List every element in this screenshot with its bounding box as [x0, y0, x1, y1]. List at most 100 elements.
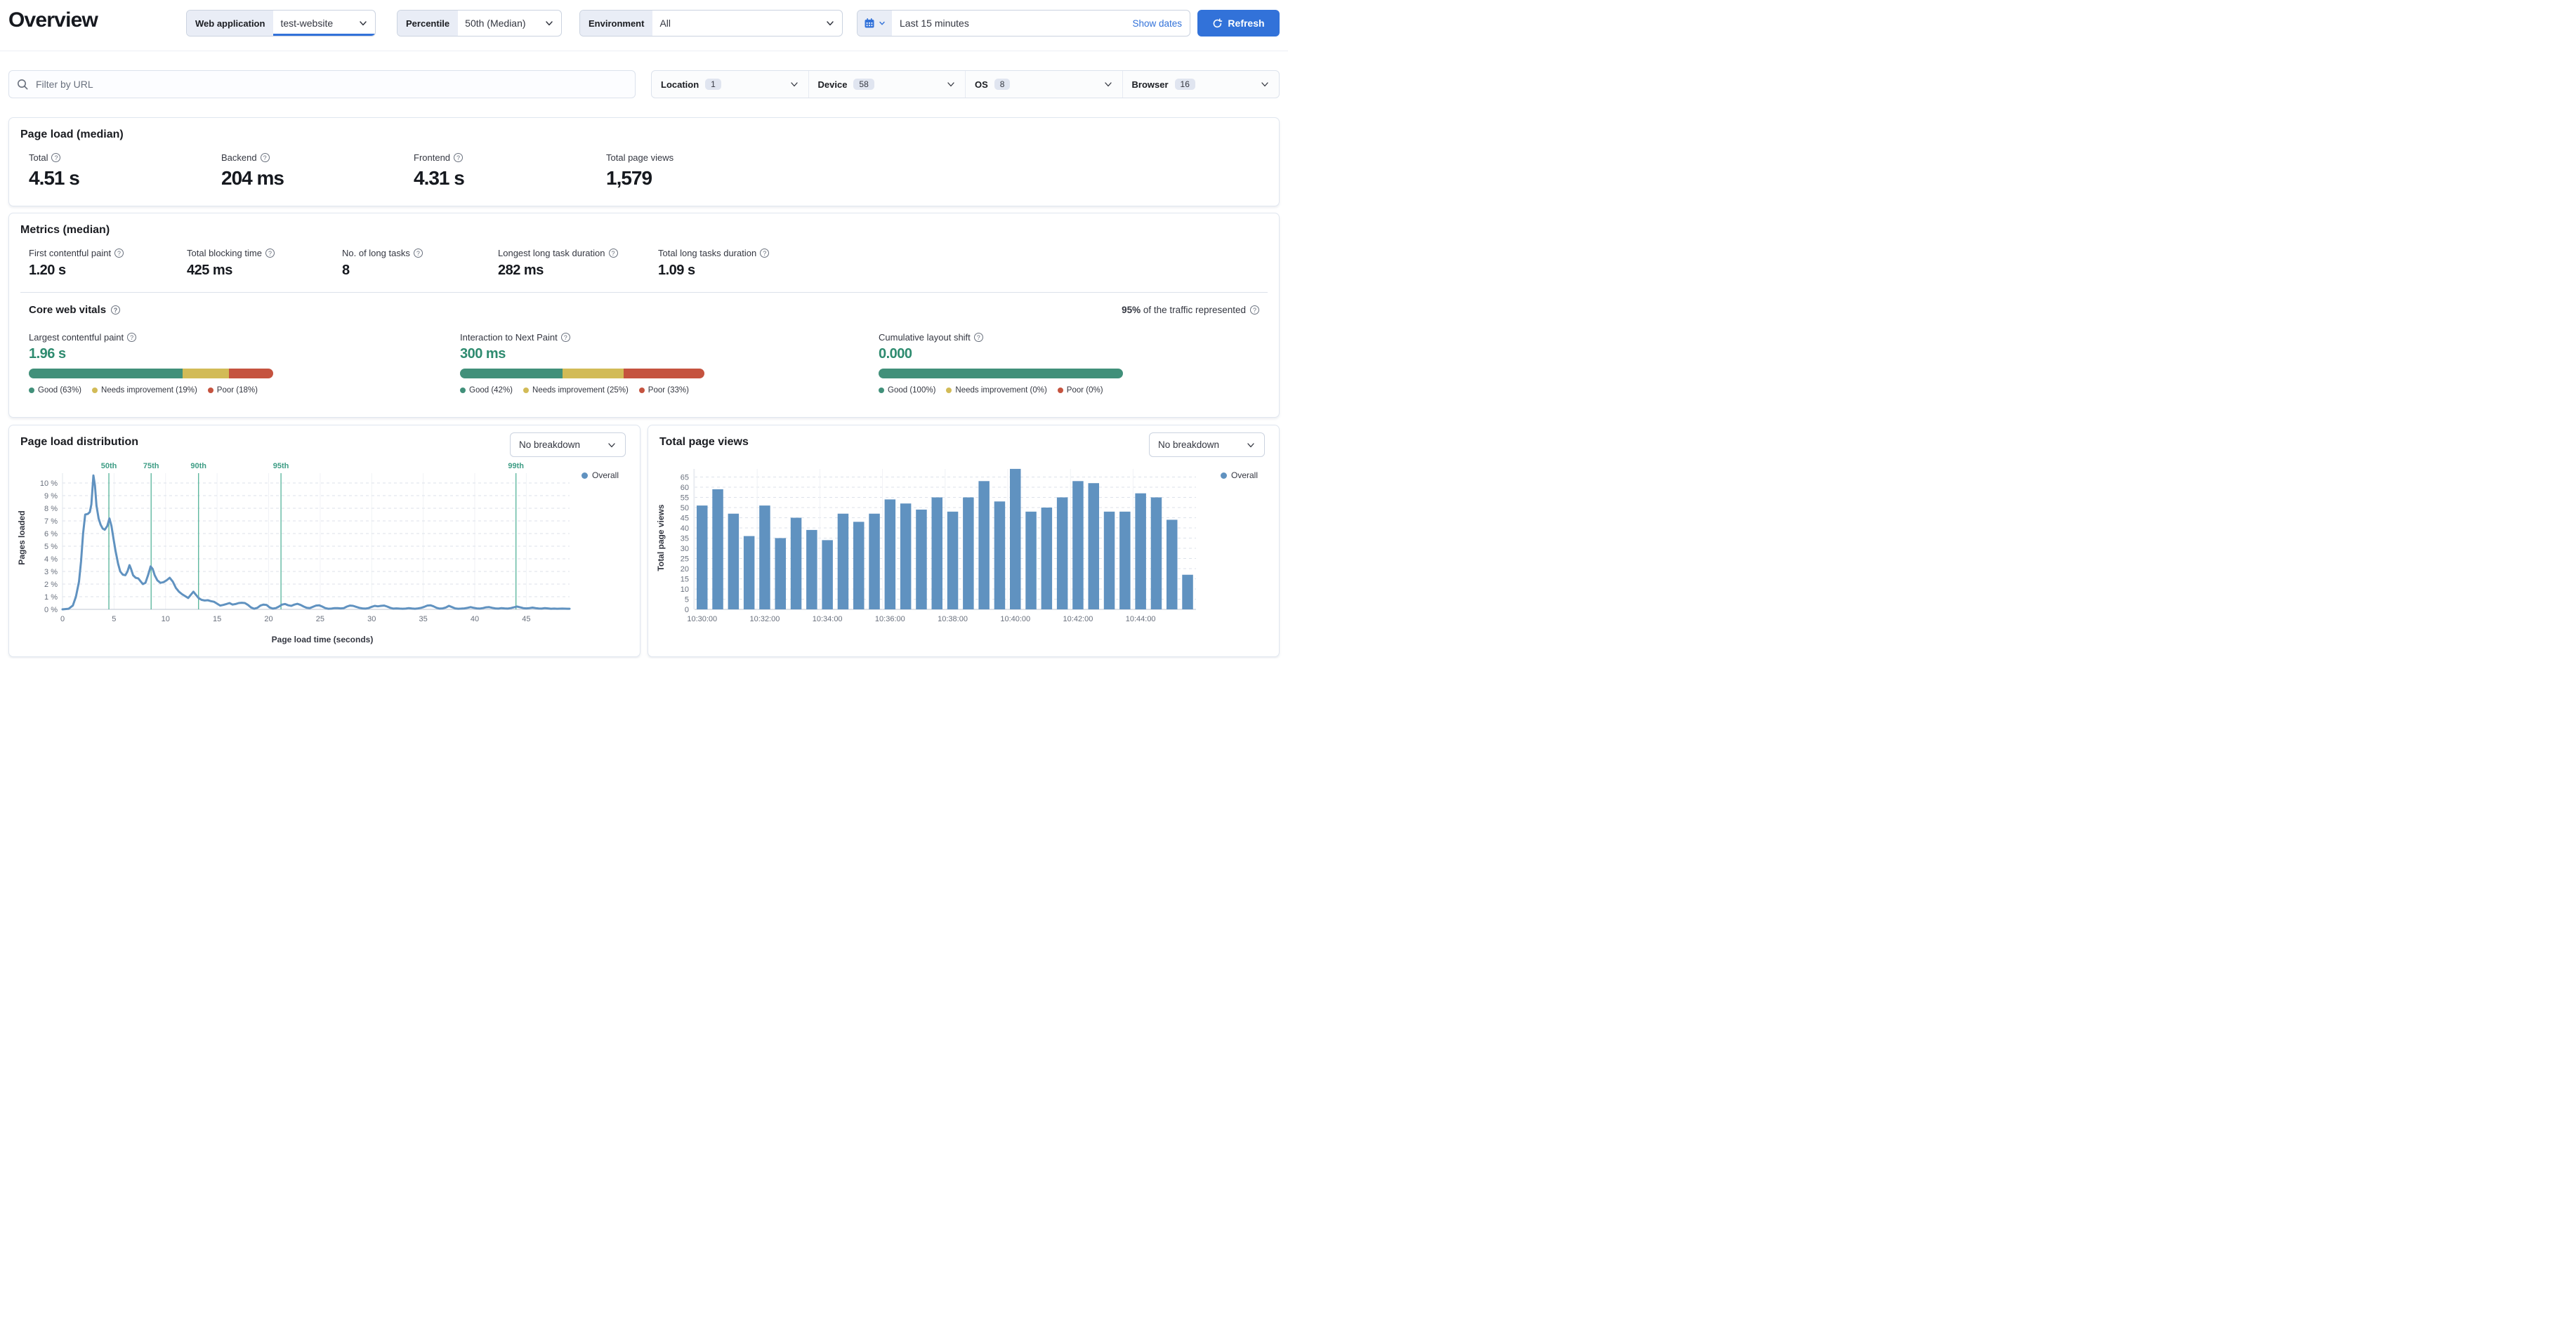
page-load-distribution-chart: 0 5 10 15 20 25 30 35 40 45 0 % 1 % 2 % 3 % 4 % 5 % 6 % 7… — [40, 462, 571, 623]
good-dot — [879, 388, 884, 393]
refresh-button[interactable]: Refresh — [1197, 10, 1280, 37]
help-icon[interactable] — [127, 333, 137, 342]
svg-text:10:42:00: 10:42:00 — [1063, 615, 1093, 623]
breakdown-select[interactable]: No breakdown — [510, 432, 626, 457]
location-filter[interactable]: Location 1 — [652, 71, 808, 98]
chevron-down-icon — [790, 82, 798, 87]
help-icon[interactable] — [265, 249, 275, 258]
date-range-picker[interactable]: Last 15 minutes Show dates — [857, 10, 1190, 37]
help-icon[interactable] — [454, 153, 464, 162]
count-badge: 8 — [994, 79, 1011, 90]
chart-title: Total page views — [659, 436, 749, 448]
chevron-down-icon — [947, 82, 954, 87]
chevron-down-icon — [608, 442, 615, 447]
vital-lcp: Largest contentful paint 1.96 s Good (63… — [29, 332, 460, 395]
svg-text:10: 10 — [681, 585, 689, 594]
needs-improvement-dot — [523, 388, 530, 393]
svg-text:35: 35 — [419, 615, 427, 623]
needs-improvement-dot — [92, 388, 98, 393]
chevron-down-icon — [546, 21, 553, 26]
vital-value: 300 ms — [460, 346, 506, 362]
svg-text:5 %: 5 % — [44, 543, 58, 551]
svg-text:10:36:00: 10:36:00 — [875, 615, 905, 623]
show-dates-link[interactable]: Show dates — [1132, 18, 1182, 29]
help-icon[interactable] — [51, 153, 61, 162]
vital-distribution-bar — [29, 369, 273, 378]
stat-long-tasks: No. of long tasks 8 — [342, 248, 498, 279]
chevron-down-icon — [1261, 82, 1268, 87]
stat-value: 1.09 s — [658, 263, 695, 278]
stat-value: 204 ms — [221, 167, 284, 189]
search-icon — [18, 79, 28, 90]
svg-text:40: 40 — [681, 524, 689, 533]
svg-text:20: 20 — [264, 615, 272, 623]
help-icon[interactable] — [260, 153, 270, 162]
count-badge: 58 — [853, 79, 874, 90]
facet-filter-group: Location 1 Device 58 OS 8 Browser 16 — [651, 70, 1280, 98]
refresh-label: Refresh — [1228, 18, 1265, 29]
environment-label: Environment — [580, 11, 653, 36]
good-dot — [460, 388, 466, 393]
svg-text:30: 30 — [681, 545, 689, 553]
svg-text:50: 50 — [681, 504, 689, 512]
help-icon[interactable] — [760, 249, 770, 258]
svg-text:10:44:00: 10:44:00 — [1126, 615, 1156, 623]
vital-inp: Interaction to Next Paint 300 ms Good (4… — [460, 332, 879, 395]
stat-total-page-views: Total page views 1,579 — [606, 152, 674, 189]
total-page-views-panel: Total page views No breakdown Overall To… — [648, 425, 1280, 657]
svg-text:20: 20 — [681, 565, 689, 574]
help-icon[interactable] — [111, 305, 121, 315]
svg-text:10:40:00: 10:40:00 — [1000, 615, 1030, 623]
stat-value: 4.31 s — [414, 167, 465, 189]
svg-text:6 %: 6 % — [44, 530, 58, 538]
environment-select[interactable]: Environment All — [579, 10, 843, 37]
help-icon[interactable] — [608, 249, 618, 258]
quick-select-button[interactable] — [857, 11, 892, 36]
svg-text:95th: 95th — [273, 462, 289, 470]
page-load-panel: Page load (median) Total 4.51 s Backend … — [8, 117, 1280, 206]
svg-text:65: 65 — [681, 474, 689, 482]
svg-text:15: 15 — [681, 576, 689, 584]
os-filter[interactable]: OS 8 — [965, 71, 1122, 98]
svg-text:3 %: 3 % — [44, 568, 58, 576]
help-icon[interactable] — [114, 249, 124, 258]
stat-tbt: Total blocking time 425 ms — [187, 248, 342, 279]
help-icon[interactable] — [973, 333, 983, 342]
url-filter — [8, 70, 636, 98]
section-divider — [20, 292, 1268, 293]
svg-text:75th: 75th — [143, 462, 159, 470]
help-icon[interactable] — [560, 333, 570, 342]
stat-total: Total 4.51 s — [29, 152, 221, 190]
core-web-vitals-title: Core web vitals — [29, 304, 121, 316]
stat-value: 4.51 s — [29, 167, 80, 189]
stat-total-task-duration: Total long tasks duration 1.09 s — [658, 248, 770, 279]
browser-filter[interactable]: Browser 16 — [1122, 71, 1280, 98]
stat-value: 1,579 — [606, 167, 652, 189]
device-filter[interactable]: Device 58 — [808, 71, 966, 98]
y-axis-title: Pages loaded — [17, 510, 27, 565]
percentile-select[interactable]: Percentile 50th (Median) — [397, 10, 562, 37]
percentile-label: Percentile — [397, 11, 459, 36]
x-axis-title: Page load time (seconds) — [271, 635, 374, 644]
svg-text:40: 40 — [471, 615, 479, 623]
y-axis-title: Total page views — [656, 504, 666, 571]
svg-text:5: 5 — [112, 615, 116, 623]
web-application-select[interactable]: Web application test-website — [186, 10, 376, 37]
date-range-value[interactable]: Last 15 minutes — [900, 18, 969, 29]
poor-dot — [1057, 388, 1063, 393]
stat-value: 425 ms — [187, 263, 232, 278]
good-dot — [29, 388, 34, 393]
vital-cls: Cumulative layout shift 0.000 Good (100%… — [879, 332, 1123, 395]
svg-text:0 %: 0 % — [44, 606, 58, 614]
help-icon[interactable] — [1250, 305, 1259, 315]
url-filter-input[interactable] — [34, 78, 627, 91]
svg-text:10:32:00: 10:32:00 — [750, 615, 780, 623]
svg-text:15: 15 — [213, 615, 221, 623]
breakdown-select[interactable]: No breakdown — [1149, 432, 1265, 457]
help-icon[interactable] — [413, 249, 423, 258]
count-badge: 16 — [1174, 79, 1195, 90]
svg-text:30: 30 — [367, 615, 376, 623]
svg-text:2 %: 2 % — [44, 581, 58, 589]
stat-value: 282 ms — [498, 263, 544, 278]
count-badge: 1 — [705, 79, 721, 90]
